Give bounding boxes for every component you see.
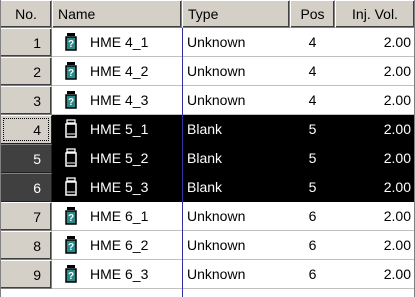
table-row[interactable]: 5 HME 5_2 Blank 5 2.00 [0, 144, 415, 173]
name-cell[interactable]: HME 5_3 [52, 173, 182, 202]
column-header-name[interactable]: Name [52, 0, 182, 28]
svg-text:?: ? [68, 39, 74, 50]
name-cell[interactable]: ? HME 6_3 [52, 260, 182, 289]
blank-vial-icon [64, 119, 78, 139]
row-number-button[interactable]: 2 [0, 57, 52, 86]
inj-vol-cell[interactable]: 2.00 [335, 144, 415, 173]
inj-vol-cell[interactable]: 2.00 [335, 28, 415, 57]
row-number-button[interactable]: 1 [0, 28, 52, 57]
name-cell[interactable]: HME 5_2 [52, 144, 182, 173]
column-header-inj-vol[interactable]: Inj. Vol. [335, 0, 415, 28]
blank-vial-icon [64, 148, 78, 168]
sample-vial-icon: ? [64, 235, 78, 255]
pos-cell[interactable]: 5 [290, 144, 335, 173]
pos-cell[interactable]: 4 [290, 86, 335, 115]
type-cell[interactable]: Unknown [182, 57, 290, 86]
table-row[interactable]: 2? HME 4_2 Unknown 4 2.00 [0, 57, 415, 86]
type-cell[interactable]: Unknown [182, 86, 290, 115]
row-number-button[interactable]: 4 [0, 115, 52, 144]
pos-cell[interactable]: 5 [290, 115, 335, 144]
row-number-button[interactable]: 3 [0, 86, 52, 115]
row-number-button[interactable]: 5 [0, 144, 52, 173]
table-row[interactable]: 8? HME 6_2 Unknown 6 2.00 [0, 231, 415, 260]
column-header-type[interactable]: Type [182, 0, 290, 28]
row-number-button[interactable]: 9 [0, 260, 52, 289]
sample-name: HME 4_2 [90, 63, 149, 79]
row-number-button[interactable]: 8 [0, 231, 52, 260]
table-row[interactable]: 4 HME 5_1 Blank 5 2.00 [0, 115, 415, 144]
type-cell[interactable]: Unknown [182, 231, 290, 260]
type-cell[interactable]: Blank [182, 144, 290, 173]
sample-vial-icon: ? [64, 90, 78, 110]
row-number-button[interactable]: 7 [0, 202, 52, 231]
svg-text:?: ? [68, 242, 74, 253]
blank-vial-icon [64, 177, 78, 197]
column-header-pos[interactable]: Pos [290, 0, 335, 28]
table-row[interactable]: 7? HME 6_1 Unknown 6 2.00 [0, 202, 415, 231]
type-cell[interactable]: Blank [182, 173, 290, 202]
name-cell[interactable]: HME 5_1 [52, 115, 182, 144]
pos-cell[interactable]: 5 [290, 173, 335, 202]
svg-text:?: ? [68, 68, 74, 79]
name-cell[interactable]: ? HME 6_2 [52, 231, 182, 260]
svg-text:?: ? [68, 213, 74, 224]
pos-cell[interactable]: 4 [290, 57, 335, 86]
table-row[interactable]: 1? HME 4_1 Unknown 4 2.00 [0, 28, 415, 57]
sample-vial-icon: ? [64, 264, 78, 284]
sample-name: HME 4_1 [90, 34, 149, 50]
pos-cell[interactable]: 6 [290, 202, 335, 231]
type-cell[interactable]: Unknown [182, 202, 290, 231]
inj-vol-cell[interactable]: 2.00 [335, 86, 415, 115]
table-row[interactable]: 3? HME 4_3 Unknown 4 2.00 [0, 86, 415, 115]
table-row[interactable]: 9? HME 6_3 Unknown 6 2.00 [0, 260, 415, 289]
svg-text:?: ? [68, 271, 74, 282]
inj-vol-cell[interactable]: 2.00 [335, 115, 415, 144]
inj-vol-cell[interactable]: 2.00 [335, 202, 415, 231]
pos-cell[interactable]: 6 [290, 231, 335, 260]
pos-cell[interactable]: 4 [290, 28, 335, 57]
sequence-table: No. Name Type Pos Inj. Vol. 1? HME 4_1 Unk… [0, 0, 415, 297]
row-number-button[interactable]: 6 [0, 173, 52, 202]
column-header-no[interactable]: No. [0, 0, 52, 28]
table-row[interactable]: 6 HME 5_3 Blank 5 2.00 [0, 173, 415, 202]
type-cell[interactable]: Unknown [182, 260, 290, 289]
table-left-border [0, 0, 1, 297]
sample-name: HME 6_2 [90, 237, 149, 253]
type-cell[interactable]: Unknown [182, 28, 290, 57]
table-header: No. Name Type Pos Inj. Vol. [0, 0, 415, 28]
name-cell[interactable]: ? HME 4_2 [52, 57, 182, 86]
sample-vial-icon: ? [64, 32, 78, 52]
sample-name: HME 4_3 [90, 92, 149, 108]
svg-text:?: ? [68, 97, 74, 108]
sample-name: HME 6_3 [90, 266, 149, 282]
sample-name: HME 5_1 [90, 121, 149, 137]
sample-name: HME 5_2 [90, 150, 149, 166]
sample-vial-icon: ? [64, 61, 78, 81]
column-divider [182, 28, 183, 297]
inj-vol-cell[interactable]: 2.00 [335, 173, 415, 202]
name-cell[interactable]: ? HME 4_1 [52, 28, 182, 57]
name-cell[interactable]: ? HME 6_1 [52, 202, 182, 231]
pos-cell[interactable]: 6 [290, 260, 335, 289]
sample-name: HME 6_1 [90, 208, 149, 224]
sample-vial-icon: ? [64, 206, 78, 226]
name-cell[interactable]: ? HME 4_3 [52, 86, 182, 115]
inj-vol-cell[interactable]: 2.00 [335, 57, 415, 86]
type-cell[interactable]: Blank [182, 115, 290, 144]
inj-vol-cell[interactable]: 2.00 [335, 260, 415, 289]
sample-name: HME 5_3 [90, 179, 149, 195]
inj-vol-cell[interactable]: 2.00 [335, 231, 415, 260]
